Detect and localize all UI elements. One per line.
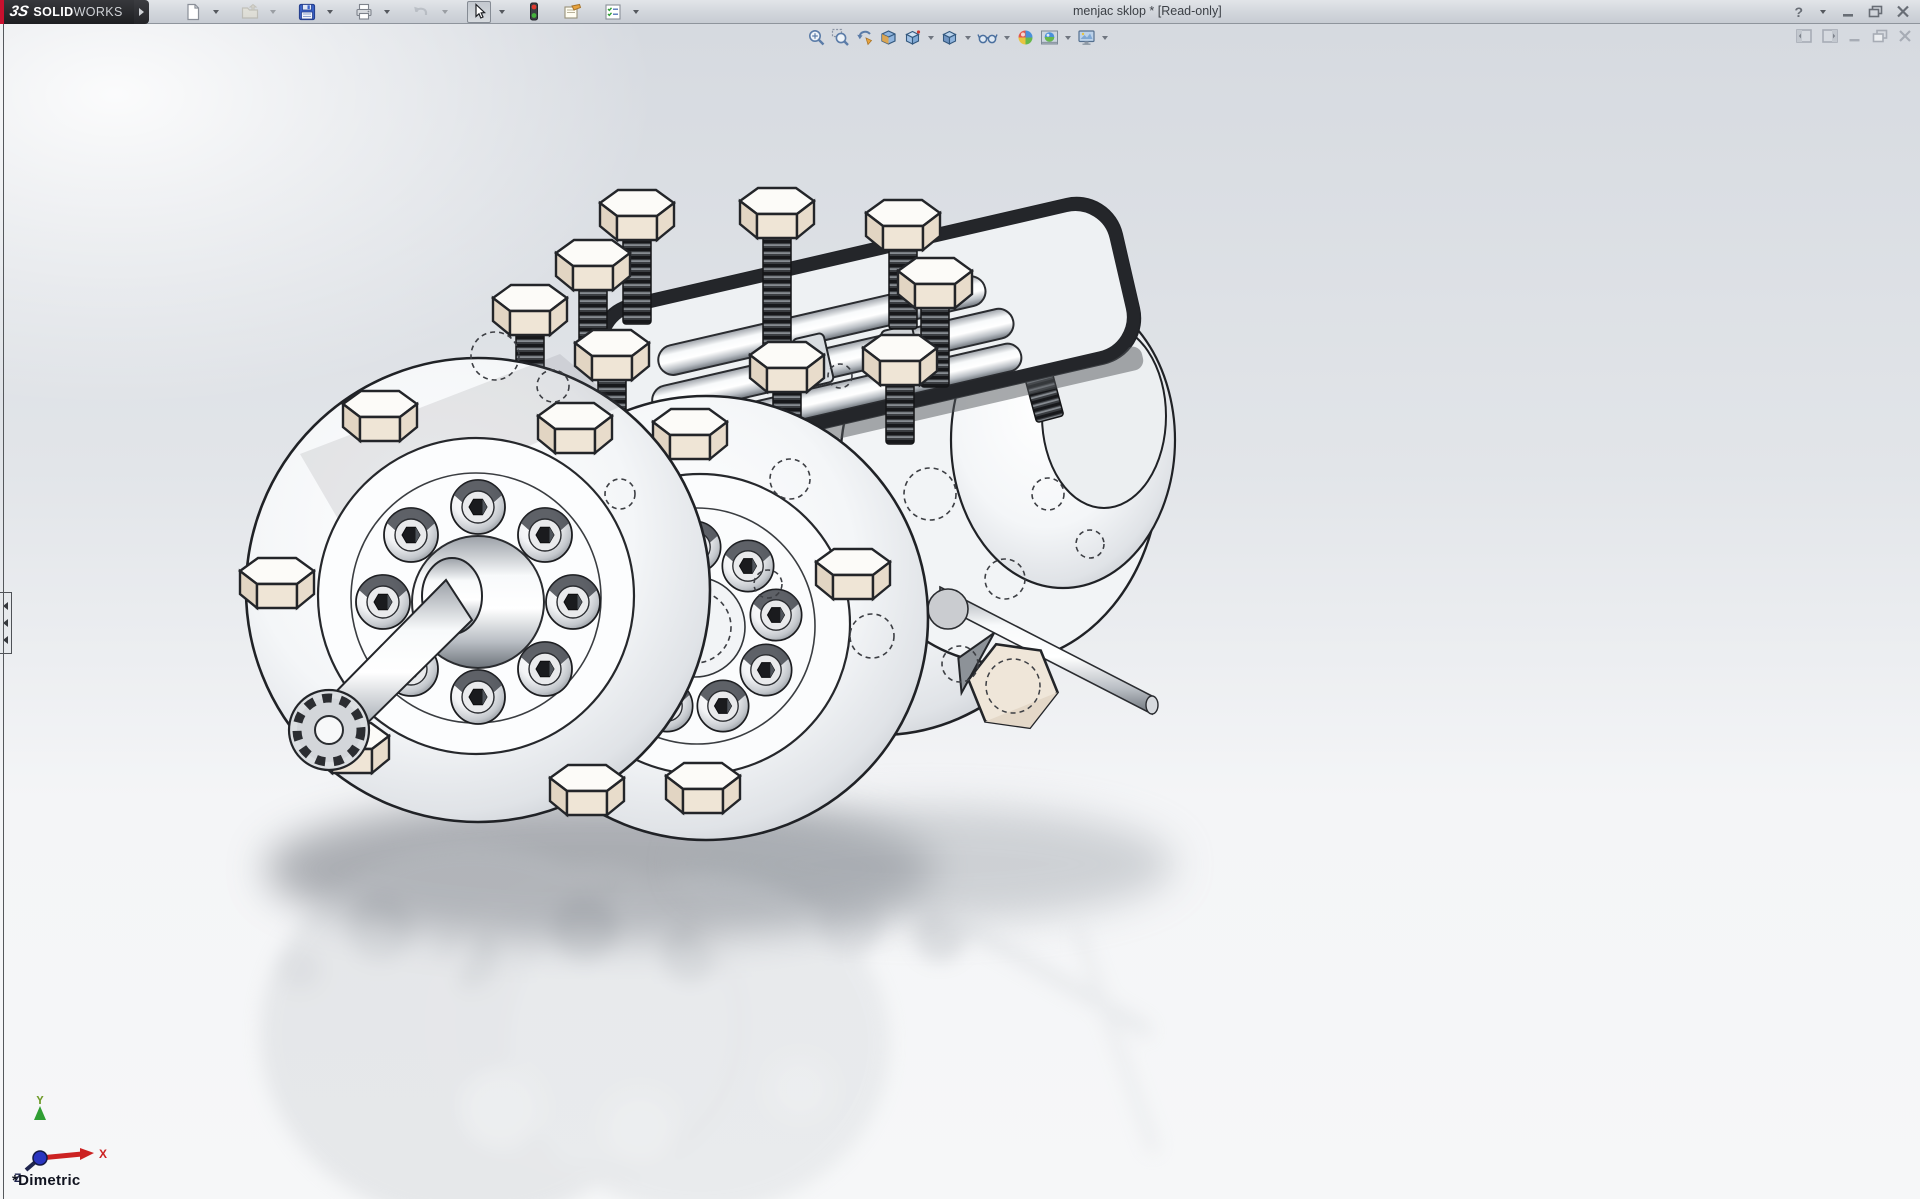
solidworks-logo-glyph: 3S — [8, 3, 30, 20]
document-window-controls — [1796, 29, 1912, 43]
zoom-to-area-button[interactable] — [830, 27, 851, 48]
view-orientation-button[interactable] — [902, 27, 923, 48]
apply-scene-button[interactable] — [1039, 27, 1060, 48]
titlebar: 3S SOLIDWORKS — [0, 0, 1920, 24]
minimize-document-button[interactable] — [1848, 29, 1862, 43]
edit-appearance-button[interactable] — [1015, 27, 1036, 48]
appearance-ball-icon — [1016, 28, 1035, 47]
apply-scene-icon — [1040, 28, 1059, 47]
save-button[interactable] — [295, 1, 319, 23]
new-document-dropdown[interactable] — [213, 10, 219, 14]
z-axis-ball — [33, 1151, 47, 1165]
undo-dropdown[interactable] — [442, 10, 448, 14]
traffic-light-button[interactable] — [524, 0, 544, 23]
undo-button[interactable] — [409, 1, 434, 23]
window-border — [3, 24, 4, 1199]
new-document-icon — [184, 3, 202, 21]
window-controls: ? — [1794, 5, 1920, 19]
view-orientation-icon — [903, 28, 922, 47]
print-dropdown[interactable] — [384, 10, 390, 14]
pane-expand-right-button[interactable] — [1822, 29, 1838, 43]
new-document-button[interactable] — [181, 1, 205, 23]
pane-collapse-left-button[interactable] — [1796, 29, 1812, 43]
previous-view-button[interactable] — [854, 27, 875, 48]
select-tool-button[interactable] — [467, 1, 491, 23]
display-style-dropdown[interactable] — [965, 36, 971, 40]
y-axis-label: Y — [36, 1096, 44, 1107]
view-settings-dropdown[interactable] — [1102, 36, 1108, 40]
view-settings-button[interactable] — [1076, 27, 1097, 48]
zoom-to-fit-icon — [807, 28, 826, 47]
edit-note-button[interactable] — [560, 1, 585, 23]
main-toolbar — [181, 0, 642, 23]
display-style-icon — [940, 28, 959, 47]
options-checklist-button[interactable] — [601, 1, 625, 23]
panel-expand-tab[interactable] — [0, 592, 12, 654]
hide-show-items-dropdown[interactable] — [1004, 36, 1010, 40]
graphics-area[interactable]: Y X Z *Dimetric — [0, 24, 1920, 1199]
undo-arrow-icon — [412, 3, 431, 21]
help-dropdown[interactable] — [1820, 10, 1826, 14]
x-axis-arrow — [80, 1148, 94, 1160]
menu-flyout-arrow[interactable] — [134, 0, 149, 24]
select-cursor-icon — [470, 3, 488, 21]
traffic-light-icon — [527, 2, 541, 21]
logo-red-stripe — [0, 0, 4, 24]
zoom-to-area-icon — [831, 28, 850, 47]
edit-note-icon — [563, 3, 582, 21]
options-checklist-icon — [604, 3, 622, 21]
eyeglasses-icon — [977, 28, 998, 47]
view-settings-icon — [1077, 28, 1096, 47]
save-floppy-icon — [298, 3, 316, 21]
close-document-button[interactable] — [1898, 29, 1912, 43]
solidworks-logo: 3S SOLIDWORKS — [0, 0, 134, 24]
help-button[interactable]: ? — [1794, 5, 1803, 19]
close-button[interactable] — [1896, 5, 1910, 18]
print-button[interactable] — [352, 1, 376, 23]
hide-show-items-button[interactable] — [976, 27, 999, 48]
options-checklist-dropdown[interactable] — [633, 10, 639, 14]
section-view-icon — [879, 28, 898, 47]
heads-up-toolbar — [806, 27, 1110, 48]
open-folder-icon — [241, 3, 259, 21]
open-document-dropdown[interactable] — [270, 10, 276, 14]
view-orientation-dropdown[interactable] — [928, 36, 934, 40]
document-title: menjac sklop * [Read-only] — [1073, 4, 1222, 18]
save-dropdown[interactable] — [327, 10, 333, 14]
open-document-button[interactable] — [238, 1, 262, 23]
app-name-light: WORKS — [74, 5, 123, 19]
app-name-bold: SOLID — [33, 5, 73, 19]
select-tool-dropdown[interactable] — [499, 10, 505, 14]
display-style-button[interactable] — [939, 27, 960, 48]
section-view-button[interactable] — [878, 27, 899, 48]
restore-document-button[interactable] — [1872, 29, 1888, 43]
zoom-to-fit-button[interactable] — [806, 27, 827, 48]
model-3d-view[interactable] — [0, 24, 1920, 1199]
y-axis-arrow — [34, 1106, 46, 1120]
minimize-button[interactable] — [1842, 6, 1855, 18]
previous-view-icon — [855, 28, 874, 47]
printer-icon — [355, 3, 373, 21]
x-axis-label: X — [99, 1147, 107, 1161]
view-orientation-label: *Dimetric — [12, 1172, 81, 1189]
restore-button[interactable] — [1868, 5, 1883, 18]
apply-scene-dropdown[interactable] — [1065, 36, 1071, 40]
